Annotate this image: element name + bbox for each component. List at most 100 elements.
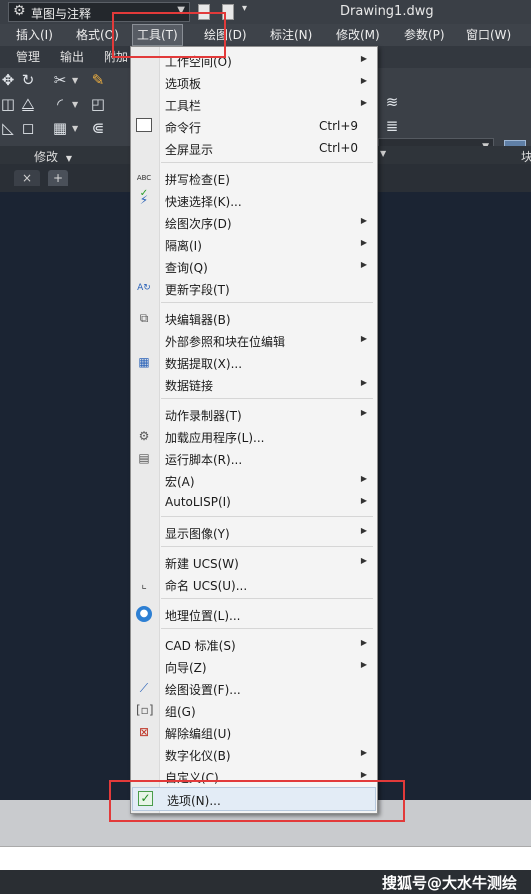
submenu-arrow-icon: ▶: [360, 526, 367, 535]
menu-window[interactable]: 窗口(W): [462, 24, 515, 46]
new-tab-button[interactable]: +: [48, 170, 68, 186]
menu-item-autolisp[interactable]: AutoLISP(I) ▶: [131, 491, 377, 513]
submenu-arrow-icon: ▶: [360, 98, 367, 107]
spell-check-icon: ABC ✓: [136, 174, 152, 199]
run-script-icon: ▤: [138, 451, 150, 465]
fillet-icon[interactable]: ◜: [52, 96, 68, 112]
menu-item-macro[interactable]: 宏(A) ▶: [131, 469, 377, 491]
tab-manage[interactable]: 管理: [16, 46, 40, 68]
document-title: Drawing1.dwg: [340, 4, 434, 19]
highlight-tools-menu: [112, 12, 226, 58]
update-field-icon: A↻: [137, 283, 151, 293]
menu-item-data-extraction[interactable]: ▦ 数据提取(X)...: [131, 351, 377, 373]
workspace-label: 草图与注释: [31, 7, 92, 21]
menu-separator: [161, 398, 373, 399]
menu-item-command-line[interactable]: 命令行 Ctrl+9: [131, 115, 377, 137]
explode-icon[interactable]: ◰: [90, 96, 106, 112]
menu-item-inquiry[interactable]: 查询(Q) ▶: [131, 255, 377, 277]
menu-item-draw-order[interactable]: 绘图次序(D) ▶: [131, 211, 377, 233]
menu-parametric[interactable]: 参数(P): [400, 24, 449, 46]
menu-item-palettes[interactable]: 选项板 ▶: [131, 71, 377, 93]
menu-item-action-recorder[interactable]: 动作录制器(T) ▶: [131, 403, 377, 425]
menu-modify[interactable]: 修改(M): [332, 24, 384, 46]
menu-separator: [161, 302, 373, 303]
named-ucs-icon: ⌞: [141, 577, 147, 591]
block-editor-icon: ⧉: [139, 311, 149, 325]
menu-item-block-editor[interactable]: ⧉ 块编辑器(B): [131, 307, 377, 329]
menu-item-spell-check[interactable]: ABC ✓ 拼写检查(E): [131, 167, 377, 199]
menu-item-quick-select[interactable]: ⚡ 快速选择(K)...: [131, 189, 377, 211]
submenu-arrow-icon: ▶: [360, 76, 367, 85]
menu-bar: 插入(I) 格式(O) 工具(T) 绘图(D) 标注(N) 修改(M) 参数(P…: [0, 24, 531, 46]
copy-icon[interactable]: ◫: [0, 96, 16, 112]
submenu-arrow-icon: ▶: [360, 54, 367, 63]
submenu-arrow-icon: ▶: [360, 216, 367, 225]
menu-item-run-script[interactable]: ▤ 运行脚本(R)...: [131, 447, 377, 469]
menu-item-update-fields[interactable]: A↻ 更新字段(T): [131, 277, 377, 299]
load-application-icon: ⚙: [138, 429, 150, 443]
quick-access-dropdown-icon[interactable]: ▾: [242, 3, 247, 14]
tools-menu-dropdown: 工作空间(O) ▶ 选项板 ▶ 工具栏 ▶ 命令行 Ctrl+9 全屏显示 Ct…: [130, 46, 378, 814]
rotate-icon[interactable]: ↻: [20, 72, 36, 88]
watermark: 搜狐号@大水牛测绘: [381, 874, 517, 892]
data-extraction-icon: ▦: [138, 355, 150, 369]
panel-title-modify[interactable]: 修改 ▼: [34, 148, 72, 165]
menu-dimension[interactable]: 标注(N): [266, 24, 316, 46]
group-icon: [▫]: [136, 703, 154, 717]
array-icon[interactable]: ▦: [52, 120, 68, 136]
menu-insert[interactable]: 插入(I): [12, 24, 57, 46]
drafting-settings-icon: ⟋: [139, 681, 149, 695]
trim-icon[interactable]: ✂: [52, 72, 68, 88]
ungroup-icon: ⊠: [138, 725, 150, 739]
layer-match-icon[interactable]: ≋: [384, 94, 400, 110]
submenu-arrow-icon: ▶: [360, 660, 367, 669]
menu-separator: [161, 546, 373, 547]
layer-tools-icon[interactable]: ≣: [384, 118, 400, 134]
stretch-icon[interactable]: ◺: [0, 120, 16, 136]
erase-icon[interactable]: ✎: [90, 72, 106, 88]
menu-separator: [161, 628, 373, 629]
menu-separator: [161, 598, 373, 599]
quick-select-icon: ⚡: [139, 193, 149, 207]
trim-dropdown-icon[interactable]: ▼: [72, 76, 78, 85]
menu-item-fullscreen[interactable]: 全屏显示 Ctrl+0: [131, 137, 377, 159]
menu-item-xref-inplace-edit[interactable]: 外部参照和块在位编辑 ▶: [131, 329, 377, 351]
menu-item-cad-standards[interactable]: CAD 标准(S) ▶: [131, 633, 377, 655]
menu-item-wizards[interactable]: 向导(Z) ▶: [131, 655, 377, 677]
scale-icon[interactable]: ◻: [20, 120, 36, 136]
submenu-arrow-icon: ▶: [360, 748, 367, 757]
submenu-arrow-icon: ▶: [360, 408, 367, 417]
submenu-arrow-icon: ▶: [360, 556, 367, 565]
panel-layer-expand-icon[interactable]: ▼: [380, 149, 386, 158]
menu-item-named-ucs[interactable]: ⌞ 命名 UCS(U)...: [131, 573, 377, 595]
menu-item-display-image[interactable]: 显示图像(Y) ▶: [131, 521, 377, 543]
menu-item-tablet[interactable]: 数字化仪(B) ▶: [131, 743, 377, 765]
menu-item-geographic-location[interactable]: ● 地理位置(L)...: [131, 603, 377, 625]
menu-item-drafting-settings[interactable]: ⟋ 绘图设置(F)...: [131, 677, 377, 699]
offset-icon[interactable]: ⋐: [90, 120, 106, 136]
close-tab-button[interactable]: ×: [14, 170, 40, 186]
chevron-down-icon: ▼: [65, 154, 72, 163]
tab-output[interactable]: 输出: [60, 46, 84, 68]
menu-separator: [161, 516, 373, 517]
panel-title-block[interactable]: 块: [521, 148, 531, 165]
submenu-arrow-icon: ▶: [360, 260, 367, 269]
submenu-arrow-icon: ▶: [360, 638, 367, 647]
submenu-arrow-icon: ▶: [360, 334, 367, 343]
command-line[interactable]: [0, 846, 531, 871]
array-dropdown-icon[interactable]: ▼: [72, 124, 78, 133]
globe-icon: ●: [136, 606, 152, 622]
menu-item-toolbars[interactable]: 工具栏 ▶: [131, 93, 377, 115]
menu-item-new-ucs[interactable]: 新建 UCS(W) ▶: [131, 551, 377, 573]
mirror-icon[interactable]: ⧋: [20, 96, 36, 112]
move-icon[interactable]: ✥: [0, 72, 16, 88]
fillet-dropdown-icon[interactable]: ▼: [72, 100, 78, 109]
menu-item-data-links[interactable]: 数据链接 ▶: [131, 373, 377, 395]
menu-item-load-application[interactable]: ⚙ 加载应用程序(L)...: [131, 425, 377, 447]
submenu-arrow-icon: ▶: [360, 378, 367, 387]
menu-item-isolate[interactable]: 隔离(I) ▶: [131, 233, 377, 255]
menu-item-ungroup[interactable]: ⊠ 解除编组(U): [131, 721, 377, 743]
menu-separator: [161, 162, 373, 163]
menu-item-group[interactable]: [▫] 组(G): [131, 699, 377, 721]
submenu-arrow-icon: ▶: [360, 770, 367, 779]
